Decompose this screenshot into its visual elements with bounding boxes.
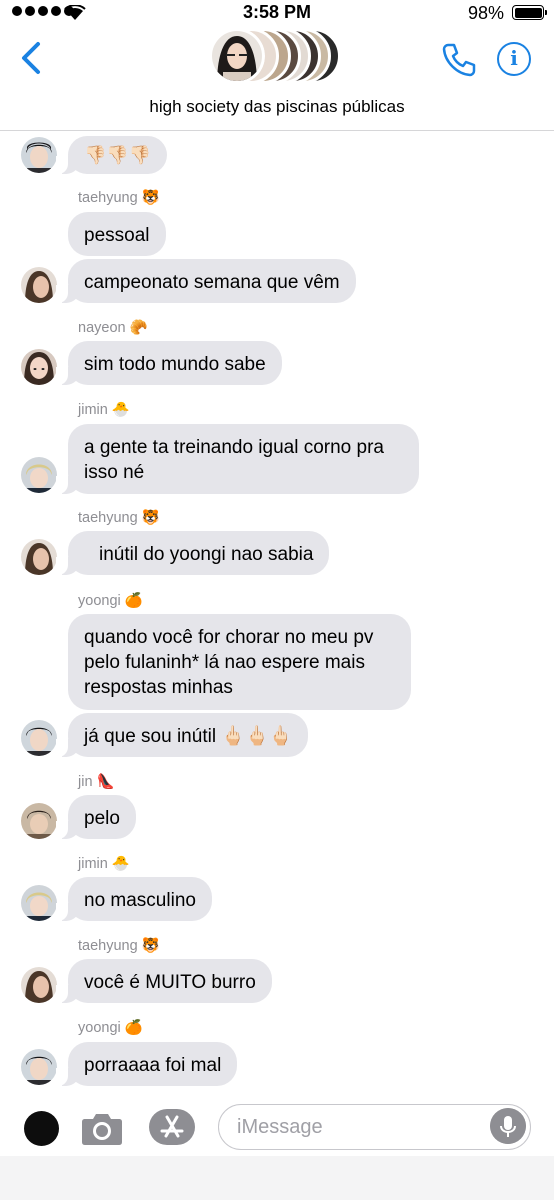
sender-name: yoongi 🍊: [78, 593, 143, 609]
message-bubble[interactable]: pelo: [56, 795, 136, 839]
message-bubble[interactable]: a gente ta treinando igual corno pra iss…: [56, 424, 419, 494]
phone-icon[interactable]: [439, 40, 479, 80]
microphone-icon[interactable]: [490, 1108, 526, 1144]
sender-name: jin 👠: [78, 774, 115, 790]
status-time: 3:58 PM: [242, 2, 312, 22]
member-avatar: [209, 28, 265, 84]
message-bubble[interactable]: sim todo mundo sabe: [56, 341, 282, 385]
message-bubble[interactable]: já que sou inútil 🖕🏻🖕🏻🖕🏻: [55, 713, 309, 757]
message-field[interactable]: [218, 1104, 531, 1150]
message-input[interactable]: [237, 1113, 477, 1141]
message-bubble[interactable]: 👎🏻👎🏻👎🏻: [55, 136, 168, 174]
sender-avatar: [21, 539, 57, 575]
message-bubble[interactable]: quando você for chorar no meu pv pelo fu…: [68, 614, 411, 710]
back-chevron-icon[interactable]: [18, 40, 46, 76]
sender-name: yoongi 🍊: [78, 1020, 143, 1036]
sender-name: nayeon 🥐: [78, 320, 148, 336]
group-avatar-stack[interactable]: [209, 26, 343, 86]
app-store-icon[interactable]: [149, 1109, 195, 1145]
message-bubble[interactable]: porraaaa foi mal: [55, 1042, 238, 1086]
sender-avatar: [21, 885, 57, 921]
sender-name: jimin 🐣: [78, 856, 130, 872]
battery-icon: [512, 5, 547, 20]
battery-percentage: 98%: [467, 3, 504, 23]
sender-avatar: [21, 720, 57, 756]
sender-avatar: [21, 457, 57, 493]
sender-avatar: [21, 967, 57, 1003]
message-bubble[interactable]: no masculino: [56, 877, 212, 921]
wifi-icon: [64, 5, 86, 21]
sender-avatar: [21, 803, 57, 839]
message-bubble[interactable]: você é MUITO burro: [56, 959, 272, 1003]
sender-avatar: [21, 137, 57, 173]
message-bubble[interactable]: pessoal: [68, 212, 166, 256]
conversation-header: high society das piscinas públicas i: [0, 26, 554, 131]
sender-name: taehyung 🐯: [78, 510, 160, 526]
sender-avatar: [21, 1049, 57, 1085]
keyboard-area: [0, 1156, 554, 1200]
status-bar: 3:58 PM 98%: [0, 0, 554, 26]
composer-bar: [0, 1096, 554, 1156]
sender-name: jimin 🐣: [78, 402, 130, 418]
camera-icon[interactable]: [81, 1109, 123, 1147]
message-bubble[interactable]: inútil do yoongi nao sabia: [55, 531, 330, 575]
sender-name: taehyung 🐯: [78, 190, 160, 206]
sender-name: taehyung 🐯: [78, 938, 160, 954]
animoji-button[interactable]: [24, 1111, 59, 1146]
sender-avatar: [21, 267, 57, 303]
info-icon[interactable]: i: [497, 42, 531, 76]
sender-avatar: [21, 349, 57, 385]
group-name[interactable]: high society das piscinas públicas: [0, 97, 554, 117]
message-bubble[interactable]: campeonato semana que vêm: [56, 259, 356, 303]
